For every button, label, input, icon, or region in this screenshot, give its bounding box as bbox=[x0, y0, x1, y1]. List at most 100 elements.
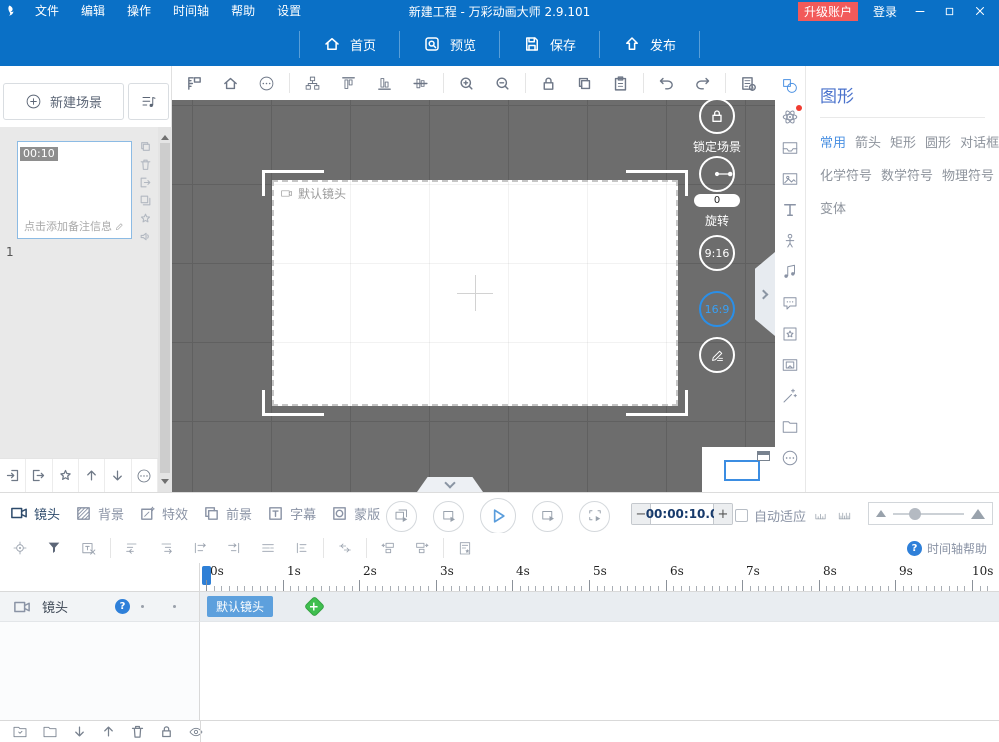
scene-note-list-button[interactable] bbox=[128, 83, 169, 120]
copy-icon[interactable] bbox=[576, 75, 593, 92]
category-circle[interactable]: 圆形 bbox=[925, 132, 951, 151]
effects-tab-icon[interactable] bbox=[781, 325, 799, 343]
scene-note-placeholder[interactable]: 点击添加备注信息 bbox=[18, 218, 131, 234]
tab-background[interactable]: 背景 bbox=[75, 504, 124, 523]
window-icon[interactable] bbox=[757, 451, 770, 461]
ruler-scale[interactable]: 0s 1s 2s 3s 4s 5s 6s 7s 8s 9s 10s bbox=[200, 563, 999, 591]
login-button[interactable]: 登录 bbox=[873, 3, 897, 20]
shift-left-icon[interactable] bbox=[380, 540, 396, 556]
minimize-button[interactable] bbox=[912, 4, 927, 19]
character-tab-icon[interactable] bbox=[781, 232, 799, 250]
align-clip-right-icon[interactable] bbox=[158, 540, 174, 556]
menu-operate[interactable]: 操作 bbox=[116, 0, 162, 22]
collapse-canvas-tab[interactable] bbox=[417, 477, 483, 492]
expand-panel-handle[interactable] bbox=[755, 252, 775, 336]
play-selection-button[interactable] bbox=[579, 501, 610, 532]
category-arrow[interactable]: 箭头 bbox=[855, 132, 881, 151]
align-clip-end-icon[interactable] bbox=[226, 540, 242, 556]
menu-timeline[interactable]: 时间轴 bbox=[162, 0, 220, 22]
align-clip-left-icon[interactable] bbox=[124, 540, 140, 556]
track-help-button[interactable]: ? bbox=[115, 599, 130, 614]
home-view-icon[interactable] bbox=[222, 75, 239, 92]
maximize-button[interactable] bbox=[942, 4, 957, 19]
group-clips-icon[interactable] bbox=[294, 540, 310, 556]
scene-more-button[interactable] bbox=[132, 459, 158, 492]
category-variant[interactable]: 变体 bbox=[820, 198, 846, 217]
text-tab-icon[interactable] bbox=[781, 201, 799, 219]
favorite-scene-icon[interactable] bbox=[139, 212, 152, 225]
rotate-value-input[interactable]: 0 bbox=[694, 194, 740, 207]
stage[interactable] bbox=[272, 180, 678, 406]
category-chemistry[interactable]: 化学符号 bbox=[820, 165, 872, 184]
duplicate-scene-icon[interactable] bbox=[139, 194, 152, 207]
delete-scene-icon[interactable] bbox=[139, 158, 152, 171]
duration-value[interactable]: 00:00:10.0 bbox=[650, 504, 714, 524]
tab-effects[interactable]: 特效 bbox=[139, 504, 188, 523]
paste-icon[interactable] bbox=[612, 75, 629, 92]
filter-icon[interactable] bbox=[46, 540, 62, 556]
track-option-dot[interactable] bbox=[141, 605, 144, 608]
home-button[interactable]: 首页 bbox=[300, 35, 399, 54]
folder-icon[interactable] bbox=[42, 724, 58, 740]
music-tab-icon[interactable] bbox=[781, 263, 799, 281]
add-keyframe-button[interactable]: + bbox=[304, 596, 325, 617]
import-scene-button[interactable] bbox=[0, 459, 26, 492]
align-clip-start-icon[interactable] bbox=[192, 540, 208, 556]
distribute-tree-icon[interactable] bbox=[304, 75, 321, 92]
tab-foreground[interactable]: 前景 bbox=[203, 504, 252, 523]
visibility-eye-icon[interactable] bbox=[188, 724, 204, 740]
image-tab-icon[interactable] bbox=[781, 170, 799, 188]
more-tools-icon[interactable] bbox=[258, 75, 275, 92]
publish-button[interactable]: 发布 bbox=[600, 35, 699, 54]
locate-playhead-icon[interactable] bbox=[12, 540, 28, 556]
slider-handle[interactable] bbox=[909, 508, 921, 520]
canvas-workspace[interactable]: 默认镜头 锁定场景 0 旋转 9:16 16:9 bbox=[172, 100, 775, 492]
menu-help[interactable]: 帮助 bbox=[220, 0, 266, 22]
track-lane[interactable]: 默认镜头 + bbox=[200, 592, 999, 622]
camera-clip[interactable]: 默认镜头 bbox=[207, 596, 273, 617]
preview-button[interactable]: 预览 bbox=[400, 35, 499, 54]
tab-camera[interactable]: 镜头 bbox=[10, 504, 60, 523]
saved-presets-icon[interactable] bbox=[457, 540, 473, 556]
autofit-checkbox[interactable] bbox=[735, 509, 748, 522]
play-button[interactable] bbox=[480, 498, 516, 534]
menu-edit[interactable]: 编辑 bbox=[70, 0, 116, 22]
category-math[interactable]: 数学符号 bbox=[881, 165, 933, 184]
shapes-tab-icon[interactable] bbox=[781, 77, 799, 95]
save-button[interactable]: 保存 bbox=[500, 35, 599, 54]
scale-compact-icon[interactable] bbox=[812, 509, 829, 523]
lock-object-icon[interactable] bbox=[540, 75, 557, 92]
scene-sound-icon[interactable] bbox=[139, 230, 152, 243]
scrollbar-thumb[interactable] bbox=[160, 143, 170, 473]
redo-icon[interactable] bbox=[694, 75, 711, 92]
scene-scrollbar[interactable] bbox=[158, 127, 172, 492]
align-bottom-icon[interactable] bbox=[376, 75, 393, 92]
zoom-out-icon[interactable] bbox=[494, 75, 511, 92]
tab-subtitle[interactable]: 字幕 bbox=[267, 504, 316, 523]
science-tab[interactable] bbox=[781, 108, 799, 126]
folder-tab-icon[interactable] bbox=[781, 418, 799, 436]
move-down-icon[interactable] bbox=[72, 724, 87, 739]
timeline-help-button[interactable]: ? 时间轴帮助 bbox=[907, 540, 987, 557]
upgrade-account-button[interactable]: 升级账户 bbox=[798, 2, 858, 21]
new-scene-button[interactable]: 新建场景 bbox=[3, 83, 124, 120]
slider-track[interactable] bbox=[893, 513, 964, 515]
scale-expanded-icon[interactable] bbox=[835, 509, 854, 523]
ruler-tool-icon[interactable] bbox=[186, 75, 203, 92]
minimap-viewport[interactable] bbox=[724, 460, 760, 481]
timeline-zoom-slider[interactable] bbox=[868, 502, 993, 525]
play-all-scenes-button[interactable] bbox=[386, 501, 417, 532]
magic-wand-tab-icon[interactable] bbox=[781, 387, 799, 405]
category-physics[interactable]: 物理符号 bbox=[942, 165, 994, 184]
copy-scene-icon[interactable] bbox=[139, 140, 152, 153]
zoom-in-icon[interactable] bbox=[458, 75, 475, 92]
category-common[interactable]: 常用 bbox=[820, 132, 846, 151]
move-scene-down-button[interactable] bbox=[105, 459, 131, 492]
menu-file[interactable]: 文件 bbox=[24, 0, 70, 22]
minimap[interactable] bbox=[702, 447, 775, 492]
library-drawer-icon[interactable] bbox=[781, 139, 799, 157]
align-center-icon[interactable] bbox=[412, 75, 429, 92]
scroll-up-icon[interactable] bbox=[161, 131, 169, 140]
move-scene-up-button[interactable] bbox=[79, 459, 105, 492]
align-top-icon[interactable] bbox=[340, 75, 357, 92]
